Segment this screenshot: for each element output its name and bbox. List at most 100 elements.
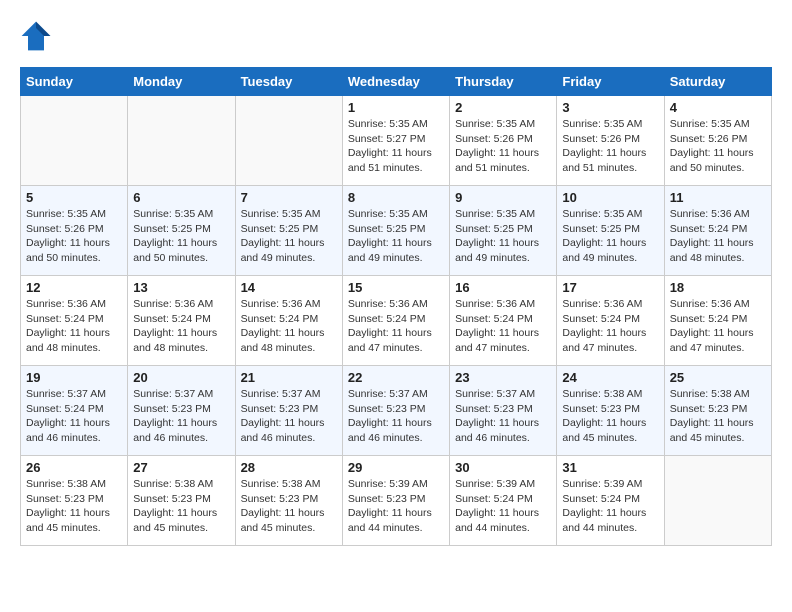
day-number: 16: [455, 280, 551, 295]
day-info: Sunrise: 5:38 AM Sunset: 5:23 PM Dayligh…: [133, 477, 229, 536]
day-info: Sunrise: 5:35 AM Sunset: 5:25 PM Dayligh…: [455, 207, 551, 266]
day-number: 20: [133, 370, 229, 385]
calendar-cell: 13 Sunrise: 5:36 AM Sunset: 5:24 PM Dayli…: [128, 276, 235, 366]
day-header-wednesday: Wednesday: [342, 68, 449, 96]
day-header-thursday: Thursday: [450, 68, 557, 96]
calendar-cell: 10Sunrise: 5:35 AM Sunset: 5:25 PM Dayli…: [557, 186, 664, 276]
day-number: 7: [241, 190, 337, 205]
day-number: 17: [562, 280, 658, 295]
day-info: Sunrise: 5:36 AM Sunset: 5:24 PM Dayligh…: [670, 207, 766, 266]
day-number: 31: [562, 460, 658, 475]
day-number: 24: [562, 370, 658, 385]
calendar-cell: 26 Sunrise: 5:38 AM Sunset: 5:23 PM Dayli…: [21, 456, 128, 546]
day-info: Sunrise: 5:38 AM Sunset: 5:23 PM Dayligh…: [241, 477, 337, 536]
calendar-week-row: 26 Sunrise: 5:38 AM Sunset: 5:23 PM Dayli…: [21, 456, 772, 546]
calendar-cell: 5 Sunrise: 5:35 AM Sunset: 5:26 PM Daylig…: [21, 186, 128, 276]
calendar-cell: 24 Sunrise: 5:38 AM Sunset: 5:23 PM Dayli…: [557, 366, 664, 456]
calendar-cell: 22 Sunrise: 5:37 AM Sunset: 5:23 PM Dayli…: [342, 366, 449, 456]
day-number: 28: [241, 460, 337, 475]
day-header-friday: Friday: [557, 68, 664, 96]
calendar-cell: 11Sunrise: 5:36 AM Sunset: 5:24 PM Dayli…: [664, 186, 771, 276]
day-info: Sunrise: 5:39 AM Sunset: 5:24 PM Dayligh…: [562, 477, 658, 536]
day-info: Sunrise: 5:35 AM Sunset: 5:25 PM Dayligh…: [348, 207, 444, 266]
day-number: 26: [26, 460, 122, 475]
day-info: Sunrise: 5:36 AM Sunset: 5:24 PM Dayligh…: [26, 297, 122, 356]
day-info: Sunrise: 5:35 AM Sunset: 5:26 PM Dayligh…: [26, 207, 122, 266]
page-header: [20, 20, 772, 52]
day-number: 21: [241, 370, 337, 385]
day-number: 22: [348, 370, 444, 385]
day-info: Sunrise: 5:37 AM Sunset: 5:23 PM Dayligh…: [348, 387, 444, 446]
day-header-sunday: Sunday: [21, 68, 128, 96]
day-number: 29: [348, 460, 444, 475]
day-info: Sunrise: 5:38 AM Sunset: 5:23 PM Dayligh…: [670, 387, 766, 446]
calendar-cell: [664, 456, 771, 546]
day-info: Sunrise: 5:37 AM Sunset: 5:23 PM Dayligh…: [455, 387, 551, 446]
day-info: Sunrise: 5:35 AM Sunset: 5:25 PM Dayligh…: [241, 207, 337, 266]
day-info: Sunrise: 5:36 AM Sunset: 5:24 PM Dayligh…: [670, 297, 766, 356]
day-number: 30: [455, 460, 551, 475]
calendar-cell: 20 Sunrise: 5:37 AM Sunset: 5:23 PM Dayli…: [128, 366, 235, 456]
day-number: 18: [670, 280, 766, 295]
day-info: Sunrise: 5:36 AM Sunset: 5:24 PM Dayligh…: [455, 297, 551, 356]
logo: [20, 20, 54, 52]
day-info: Sunrise: 5:35 AM Sunset: 5:26 PM Dayligh…: [562, 117, 658, 176]
day-info: Sunrise: 5:36 AM Sunset: 5:24 PM Dayligh…: [133, 297, 229, 356]
day-number: 12: [26, 280, 122, 295]
day-number: 1: [348, 100, 444, 115]
day-number: 25: [670, 370, 766, 385]
calendar-cell: 9 Sunrise: 5:35 AM Sunset: 5:25 PM Daylig…: [450, 186, 557, 276]
day-info: Sunrise: 5:35 AM Sunset: 5:25 PM Dayligh…: [133, 207, 229, 266]
calendar-table: SundayMondayTuesdayWednesdayThursdayFrid…: [20, 67, 772, 546]
calendar-cell: 14 Sunrise: 5:36 AM Sunset: 5:24 PM Dayli…: [235, 276, 342, 366]
day-info: Sunrise: 5:35 AM Sunset: 5:27 PM Dayligh…: [348, 117, 444, 176]
day-number: 13: [133, 280, 229, 295]
calendar-cell: [128, 96, 235, 186]
day-header-monday: Monday: [128, 68, 235, 96]
day-number: 5: [26, 190, 122, 205]
calendar-cell: 21 Sunrise: 5:37 AM Sunset: 5:23 PM Dayli…: [235, 366, 342, 456]
day-info: Sunrise: 5:36 AM Sunset: 5:24 PM Dayligh…: [241, 297, 337, 356]
logo-icon: [20, 20, 52, 52]
calendar-cell: 25 Sunrise: 5:38 AM Sunset: 5:23 PM Dayli…: [664, 366, 771, 456]
day-info: Sunrise: 5:39 AM Sunset: 5:23 PM Dayligh…: [348, 477, 444, 536]
day-info: Sunrise: 5:37 AM Sunset: 5:24 PM Dayligh…: [26, 387, 122, 446]
calendar-cell: 8 Sunrise: 5:35 AM Sunset: 5:25 PM Daylig…: [342, 186, 449, 276]
day-info: Sunrise: 5:38 AM Sunset: 5:23 PM Dayligh…: [26, 477, 122, 536]
calendar-header-row: SundayMondayTuesdayWednesdayThursdayFrid…: [21, 68, 772, 96]
day-number: 8: [348, 190, 444, 205]
calendar-cell: 6Sunrise: 5:35 AM Sunset: 5:25 PM Daylig…: [128, 186, 235, 276]
calendar-cell: 28 Sunrise: 5:38 AM Sunset: 5:23 PM Dayli…: [235, 456, 342, 546]
calendar-cell: 23 Sunrise: 5:37 AM Sunset: 5:23 PM Dayli…: [450, 366, 557, 456]
day-number: 19: [26, 370, 122, 385]
calendar-cell: 15Sunrise: 5:36 AM Sunset: 5:24 PM Dayli…: [342, 276, 449, 366]
day-info: Sunrise: 5:39 AM Sunset: 5:24 PM Dayligh…: [455, 477, 551, 536]
day-info: Sunrise: 5:35 AM Sunset: 5:26 PM Dayligh…: [670, 117, 766, 176]
calendar-cell: [235, 96, 342, 186]
calendar-cell: 12 Sunrise: 5:36 AM Sunset: 5:24 PM Dayli…: [21, 276, 128, 366]
calendar-cell: 18 Sunrise: 5:36 AM Sunset: 5:24 PM Dayli…: [664, 276, 771, 366]
day-info: Sunrise: 5:37 AM Sunset: 5:23 PM Dayligh…: [133, 387, 229, 446]
calendar-cell: 29 Sunrise: 5:39 AM Sunset: 5:23 PM Dayli…: [342, 456, 449, 546]
calendar-cell: 27 Sunrise: 5:38 AM Sunset: 5:23 PM Dayli…: [128, 456, 235, 546]
calendar-cell: 7 Sunrise: 5:35 AM Sunset: 5:25 PM Daylig…: [235, 186, 342, 276]
calendar-week-row: 1 Sunrise: 5:35 AM Sunset: 5:27 PM Daylig…: [21, 96, 772, 186]
day-info: Sunrise: 5:36 AM Sunset: 5:24 PM Dayligh…: [562, 297, 658, 356]
calendar-cell: 16 Sunrise: 5:36 AM Sunset: 5:24 PM Dayli…: [450, 276, 557, 366]
day-header-tuesday: Tuesday: [235, 68, 342, 96]
day-info: Sunrise: 5:35 AM Sunset: 5:25 PM Dayligh…: [562, 207, 658, 266]
calendar-cell: 17 Sunrise: 5:36 AM Sunset: 5:24 PM Dayli…: [557, 276, 664, 366]
day-header-saturday: Saturday: [664, 68, 771, 96]
day-number: 4: [670, 100, 766, 115]
day-number: 23: [455, 370, 551, 385]
day-info: Sunrise: 5:37 AM Sunset: 5:23 PM Dayligh…: [241, 387, 337, 446]
day-info: Sunrise: 5:36 AM Sunset: 5:24 PM Dayligh…: [348, 297, 444, 356]
calendar-week-row: 5 Sunrise: 5:35 AM Sunset: 5:26 PM Daylig…: [21, 186, 772, 276]
calendar-cell: 4 Sunrise: 5:35 AM Sunset: 5:26 PM Daylig…: [664, 96, 771, 186]
calendar-week-row: 19 Sunrise: 5:37 AM Sunset: 5:24 PM Dayli…: [21, 366, 772, 456]
day-info: Sunrise: 5:38 AM Sunset: 5:23 PM Dayligh…: [562, 387, 658, 446]
day-number: 14: [241, 280, 337, 295]
day-number: 27: [133, 460, 229, 475]
day-number: 9: [455, 190, 551, 205]
calendar-cell: 19 Sunrise: 5:37 AM Sunset: 5:24 PM Dayli…: [21, 366, 128, 456]
